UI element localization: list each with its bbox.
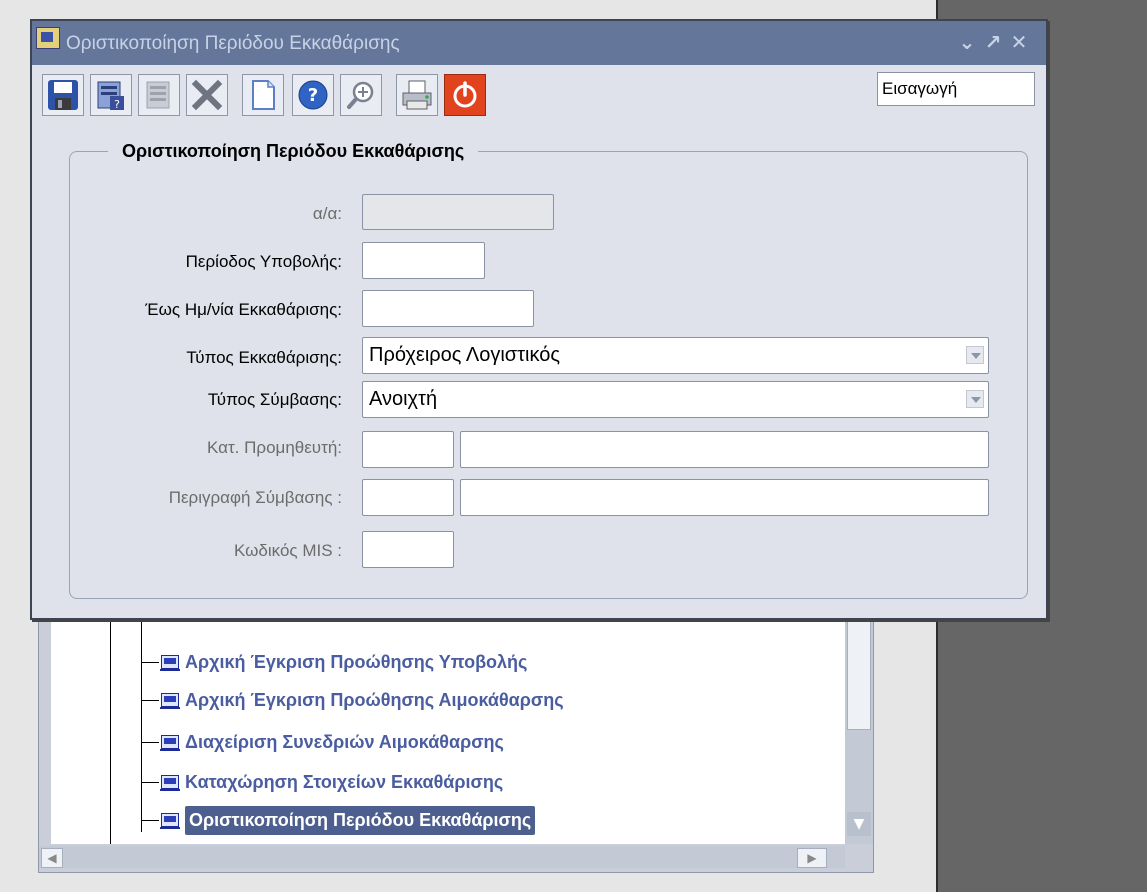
tree-content: Αρχική Έγκριση Προώθησης Υποβολής Αρχική…	[51, 606, 845, 844]
form-icon	[160, 775, 180, 791]
period-field[interactable]	[362, 242, 485, 279]
clearance-type-label: Τύπος Εκκαθάρισης:	[186, 348, 342, 367]
chevron-down-icon[interactable]	[966, 390, 984, 408]
window-title: Οριστικοποίηση Περιόδου Εκκαθάρισης	[66, 33, 400, 54]
toolbar: ? ? Εισαγωγή	[32, 65, 1046, 125]
zoom-button[interactable]	[340, 74, 382, 116]
maximize-icon[interactable]: ↗	[982, 31, 1004, 53]
contract-type-label: Τύπος Σύμβασης:	[207, 390, 342, 409]
tree-item[interactable]: Καταχώρηση Στοιχείων Εκκαθάρισης	[141, 768, 503, 796]
new-record-button[interactable]	[242, 74, 284, 116]
group-title: Οριστικοποίηση Περιόδου Εκκαθάρισης	[108, 141, 479, 162]
aa-field[interactable]	[362, 194, 554, 230]
aa-label: α/α:	[312, 204, 342, 223]
chevron-down-icon[interactable]	[966, 346, 984, 364]
supplier-name-field[interactable]	[460, 431, 989, 468]
tree-line	[110, 606, 111, 844]
save-button[interactable]	[42, 74, 84, 116]
app-icon	[36, 27, 60, 49]
contract-type-value: Ανοιχτή	[369, 388, 438, 410]
scroll-left-button[interactable]: ◀	[41, 848, 63, 868]
print-button[interactable]	[396, 74, 438, 116]
power-icon	[453, 81, 477, 108]
period-label: Περίοδος Υποβολής:	[185, 252, 342, 271]
help-icon: ?	[298, 80, 328, 110]
svg-text:?: ?	[308, 85, 318, 106]
until-date-field[interactable]	[362, 290, 534, 327]
clear-form-button[interactable]: ?	[90, 74, 132, 116]
print-icon	[402, 80, 432, 110]
tree-item-label: Καταχώρηση Στοιχείων Εκκαθάρισης	[185, 771, 504, 792]
mis-code-label: Κωδικός MIS :	[234, 541, 342, 560]
form-icon	[160, 735, 180, 751]
supplier-code-field[interactable]	[362, 431, 454, 468]
minimize-icon[interactable]: ⌄	[956, 31, 978, 53]
exit-button[interactable]	[444, 74, 486, 116]
form-icon	[160, 655, 180, 671]
clear-form-icon: ?	[97, 81, 124, 111]
form-icon	[160, 813, 180, 829]
form-icon	[160, 693, 180, 709]
tree-connector	[141, 661, 159, 663]
tree-item-label: Οριστικοποίηση Περιόδου Εκκαθάρισης	[185, 805, 536, 835]
delete-icon	[191, 79, 223, 111]
contract-desc-label: Περιγραφή Σύμβασης :	[168, 488, 342, 507]
vertical-scrollbar[interactable]: ▼	[845, 606, 873, 844]
tree-connector	[141, 699, 159, 701]
clear-record-icon	[146, 81, 170, 109]
tree-item[interactable]: Αρχική Έγκριση Προώθησης Υποβολής	[141, 648, 527, 676]
mode-indicator: Εισαγωγή	[877, 72, 1035, 106]
tree-item-label: Διαχείριση Συνεδριών Αιμοκάθαρσης	[185, 731, 504, 752]
form-window: Οριστικοποίηση Περιόδου Εκκαθάρισης ⌄ ↗ …	[30, 19, 1048, 620]
tree-connector	[141, 819, 159, 821]
scroll-thumb[interactable]	[847, 608, 871, 730]
tree-item-label: Αρχική Έγκριση Προώθησης Υποβολής	[185, 651, 528, 672]
delete-button[interactable]	[186, 74, 228, 116]
tree-item-selected[interactable]: Οριστικοποίηση Περιόδου Εκκαθάρισης	[141, 805, 536, 835]
tree-item-label: Αρχική Έγκριση Προώθησης Αιμοκάθαρσης	[185, 689, 564, 710]
clearance-type-value: Πρόχειρος Λογιστικός	[369, 344, 560, 366]
scroll-right-button[interactable]: ▶	[797, 848, 827, 868]
save-icon	[48, 80, 78, 110]
contract-code-field[interactable]	[362, 479, 454, 516]
contract-desc-field[interactable]	[460, 479, 989, 516]
tree-connector	[141, 741, 159, 743]
clear-record-button[interactable]	[138, 74, 180, 116]
close-icon[interactable]: ✕	[1008, 31, 1030, 53]
window-titlebar[interactable]: Οριστικοποίηση Περιόδου Εκκαθάρισης ⌄ ↗ …	[32, 21, 1046, 65]
tree-connector	[141, 781, 159, 783]
background-top-strip	[0, 0, 936, 14]
horizontal-scrollbar[interactable]: ◀ ▶	[39, 846, 845, 868]
contract-type-select[interactable]: Ανοιχτή	[362, 381, 989, 418]
svg-text:?: ?	[114, 98, 120, 111]
navigator-tree-panel: Αρχική Έγκριση Προώθησης Υποβολής Αρχική…	[38, 605, 874, 873]
mis-code-field[interactable]	[362, 531, 454, 568]
scroll-down-button[interactable]: ▼	[847, 812, 871, 836]
supplier-label: Κατ. Προμηθευτή:	[207, 438, 342, 457]
clearance-type-select[interactable]: Πρόχειρος Λογιστικός	[362, 337, 989, 374]
tree-line	[141, 606, 142, 832]
tree-item[interactable]: Διαχείριση Συνεδριών Αιμοκάθαρσης	[141, 728, 504, 756]
new-record-icon	[252, 80, 275, 110]
tree-item[interactable]: Αρχική Έγκριση Προώθησης Αιμοκάθαρσης	[141, 686, 564, 714]
zoom-icon	[347, 81, 374, 109]
help-button[interactable]: ?	[292, 74, 334, 116]
until-date-label: Έως Ημ/νία Εκκαθάρισης:	[145, 300, 342, 319]
